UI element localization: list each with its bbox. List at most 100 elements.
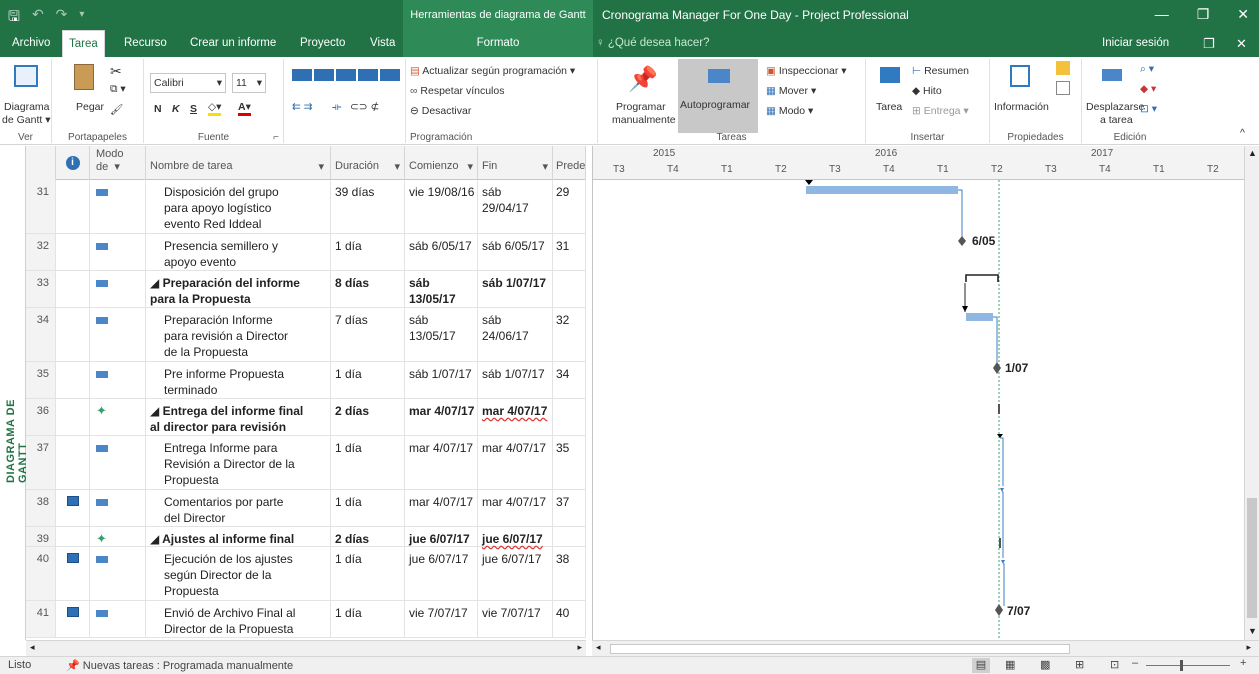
task-mode-cell[interactable] [90,490,146,526]
information-button[interactable]: Información [994,101,1049,113]
duration-column-header[interactable]: Duración ▾ [331,146,405,180]
task-name-cell[interactable]: Envió de Archivo Final al Director de la … [146,601,331,637]
row-id[interactable]: 38 [26,490,56,526]
sign-in-link[interactable]: Iniciar sesión [1102,37,1169,49]
duration-cell[interactable]: 2 días [331,399,405,435]
name-column-header[interactable]: Nombre de tarea ▾ [146,146,331,180]
zoom-slider-thumb[interactable] [1180,660,1183,671]
deliverable-button[interactable]: ⊞ Entrega ▾ [912,105,969,117]
move-button[interactable]: ▦ Mover ▾ [766,85,816,97]
duration-cell[interactable]: 2 días [331,527,405,546]
table-horizontal-scrollbar[interactable]: ◂ ▸ [26,640,586,656]
task-row[interactable]: 35 Pre informe Propuesta terminado 1 día sáb… [26,362,586,399]
finish-filter-icon[interactable]: ▾ [542,160,548,173]
finish-cell[interactable]: mar 4/07/17 [478,436,553,489]
complete-25-icon[interactable] [314,69,334,81]
task-bar-34[interactable] [966,313,993,321]
row-id[interactable]: 39 [26,527,56,546]
mode-column-header[interactable]: Modo de ▾ [90,146,146,180]
task-mode-cell[interactable] [90,601,146,637]
start-column-header[interactable]: Comienzo ▾ [405,146,478,180]
row-id[interactable]: 34 [26,308,56,361]
insert-task-button[interactable]: Tarea [876,101,902,113]
milestone-35[interactable] [993,362,1001,374]
predecessor-cell[interactable]: 37 [553,490,586,526]
indent-icon[interactable]: ⇇ ⇉ [292,101,313,113]
milestone-41[interactable] [995,604,1003,616]
cut-icon[interactable]: ✂ [110,63,122,80]
zoom-slider[interactable] [1146,665,1230,666]
scroll-to-task-icon[interactable] [1102,69,1122,81]
predecessor-cell[interactable]: 34 [553,362,586,398]
task-mode-cell[interactable] [90,271,146,307]
indicator-cell[interactable] [56,180,90,233]
finish-cell[interactable]: vie 7/07/17 [478,601,553,637]
start-cell[interactable]: sáb 13/05/17 [405,271,478,307]
clear-icon[interactable]: ◆ ▾ [1140,83,1156,95]
manual-schedule-label[interactable]: manualmente [612,114,676,126]
undo-icon[interactable]: ↶ [32,6,44,30]
task-name-cell[interactable]: ◢ Entrega del informe final al director p… [146,399,331,435]
redo-icon[interactable]: ↷ [56,6,68,30]
insert-task-icon[interactable] [880,67,900,83]
start-cell[interactable]: sáb 13/05/17 [405,308,478,361]
task-row[interactable]: 40 Ejecución de los ajustes según Director… [26,547,586,601]
duration-cell[interactable]: 39 días [331,180,405,233]
view-team-planner-icon[interactable]: ▩ [1040,658,1050,671]
font-size-select[interactable]: 11 ▾ [232,73,266,93]
diagrama-label[interactable]: Diagrama [4,101,50,113]
milestone-button[interactable]: ◆ Hito [912,85,942,97]
summary-bar-36[interactable] [998,404,1000,414]
summary-bar-33[interactable] [965,274,999,282]
row-id[interactable]: 31 [26,180,56,233]
complete-50-icon[interactable] [336,69,356,81]
close-icon[interactable]: ✕ [1237,6,1249,23]
zoom-out-icon[interactable]: – [1132,657,1138,669]
duration-cell[interactable]: 1 día [331,490,405,526]
finish-cell[interactable]: mar 4/07/17 [478,490,553,526]
minimize-icon[interactable]: — [1155,6,1169,23]
milestone-label[interactable]: 6/05 [972,234,996,248]
scroll-up-icon[interactable]: ▲ [1248,148,1257,158]
task-name-cell[interactable]: ◢ Preparación del informe para la Propues… [146,271,331,307]
duration-filter-icon[interactable]: ▾ [394,160,400,173]
start-cell[interactable]: sáb 1/07/17 [405,362,478,398]
tab-informe[interactable]: Crear un informe [184,30,282,57]
close-document-icon[interactable]: ✕ [1236,36,1247,52]
row-id[interactable]: 41 [26,601,56,637]
row-id[interactable]: 37 [26,436,56,489]
info-column-header[interactable]: i [56,146,90,180]
vertical-scroll-thumb[interactable] [1247,498,1257,618]
indicator-cell[interactable] [56,308,90,361]
predecessor-cell[interactable]: 35 [553,436,586,489]
manual-schedule-button[interactable]: Programar [616,101,666,113]
start-cell[interactable]: vie 7/07/17 [405,601,478,637]
notes-icon[interactable] [1056,61,1070,75]
row-id[interactable]: 36 [26,399,56,435]
predecessor-cell[interactable]: 32 [553,308,586,361]
ribbon-display-icon[interactable]: ❐ [1203,36,1215,52]
split-icon[interactable]: ⟛ [332,101,342,114]
pred-column-header[interactable]: Prede [553,146,586,180]
predecessor-cell[interactable]: 38 [553,547,586,600]
collapse-ribbon-icon[interactable]: ^ [1240,127,1245,139]
start-cell[interactable]: mar 4/07/17 [405,399,478,435]
gantt-scroll-right-icon[interactable]: ▸ [1246,642,1251,653]
vertical-scrollbar[interactable]: ▲ ▼ [1244,146,1259,640]
task-name-cell[interactable]: Preparación Informe para revisión a Direc… [146,308,331,361]
indicator-cell[interactable] [56,601,90,637]
fill-icon[interactable]: ⊡ ▾ [1140,103,1157,115]
task-mode-cell[interactable] [90,547,146,600]
indicator-cell[interactable] [56,490,90,526]
inspect-button[interactable]: ▣ Inspeccionar ▾ [766,65,847,77]
scroll-to-task-label[interactable]: a tarea [1100,114,1133,126]
view-report-icon[interactable]: ⊡ [1110,658,1119,671]
summary-bar-39[interactable] [999,538,1001,548]
milestone-label[interactable]: 7/07 [1007,604,1031,618]
indicator-cell[interactable] [56,362,90,398]
restore-icon[interactable]: ❐ [1197,6,1210,23]
paste-icon[interactable] [74,64,94,90]
indicator-cell[interactable] [56,399,90,435]
task-name-cell[interactable]: Disposición del grupo para apoyo logístic… [146,180,331,233]
pin-icon[interactable]: 📌 [628,65,658,94]
